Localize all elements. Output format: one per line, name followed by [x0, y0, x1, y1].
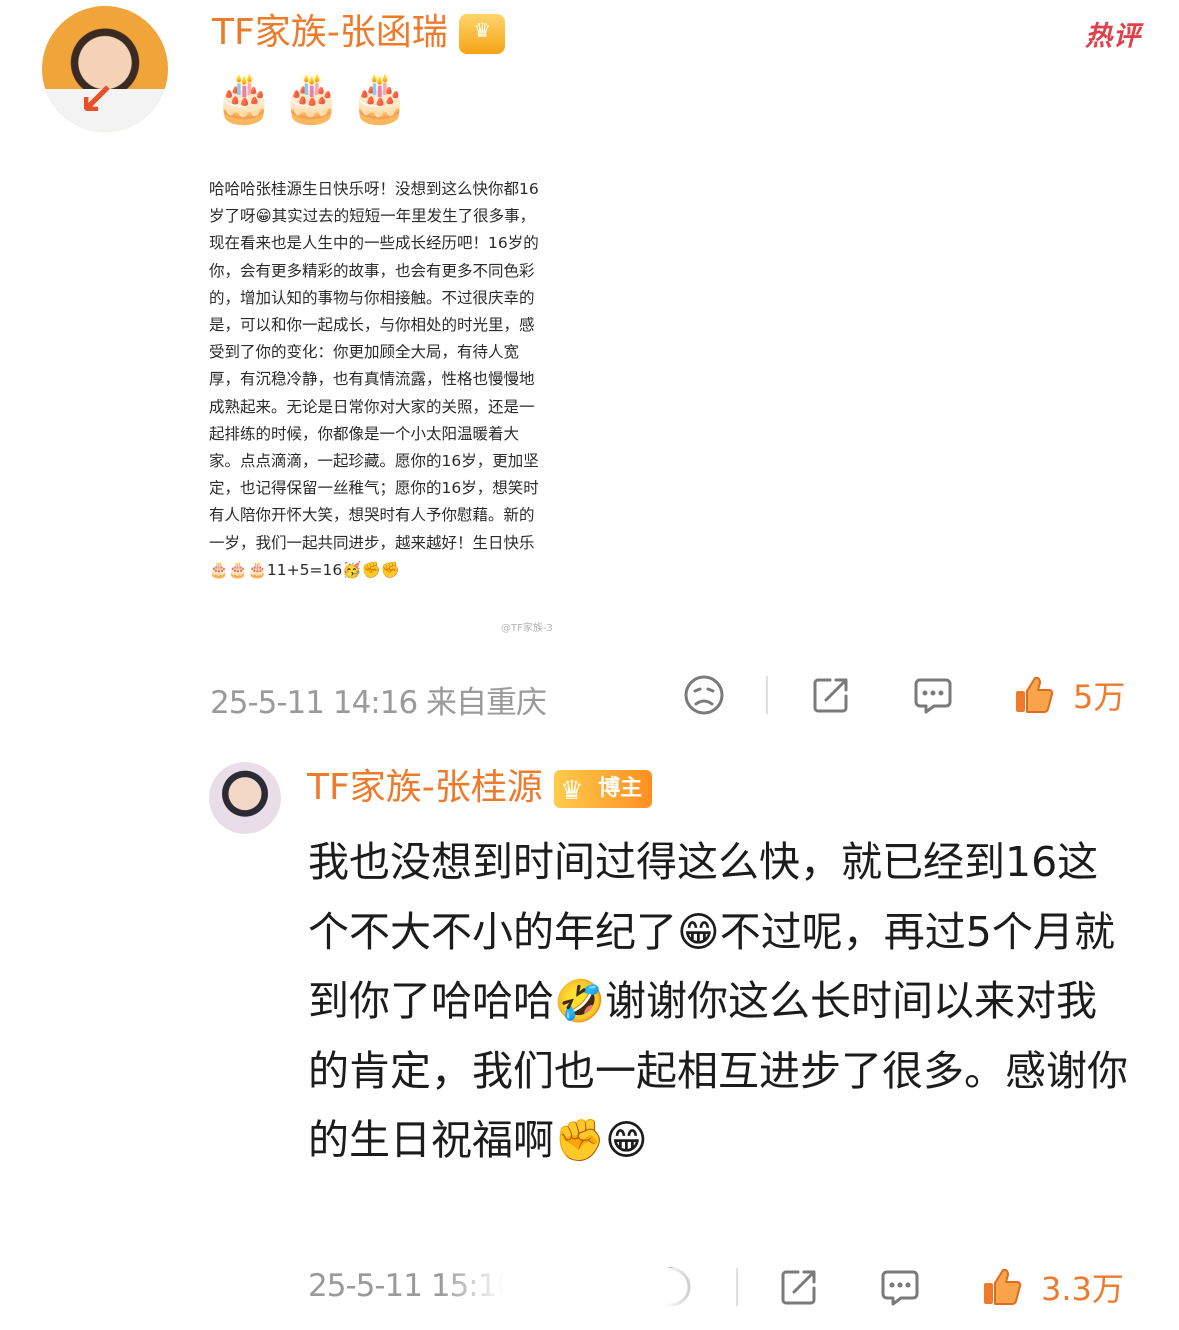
bottom-fade-overlay	[440, 1268, 730, 1320]
dislike-face-icon	[684, 675, 724, 715]
comment-meta: 25-5-11 14:16 来自重庆	[210, 677, 547, 722]
comment-timestamp: 25-5-11 14:16	[210, 685, 418, 721]
reply-share-button[interactable]	[778, 1266, 820, 1311]
username[interactable]: TF家族-张函瑞 ♛	[212, 12, 506, 54]
divider	[766, 676, 768, 714]
comment-location: 来自重庆	[426, 685, 547, 721]
comment-image-letter[interactable]: 哈哈哈张桂源生日快乐呀！没想到这么快你都16 岁了呀😁其实过去的短短一年里发生了…	[209, 176, 585, 584]
dislike-button[interactable]	[683, 674, 725, 719]
avatar[interactable]: ↙	[42, 6, 168, 132]
blogger-badge: ♛ 博主	[554, 770, 653, 808]
reply-comment-button[interactable]	[879, 1266, 921, 1311]
divider	[736, 1268, 738, 1306]
like-count: 5万	[1073, 678, 1126, 716]
reply-like-button[interactable]: 3.3万	[981, 1264, 1124, 1310]
comment-button[interactable]	[912, 674, 954, 719]
blogger-badge-label: 博主	[598, 776, 643, 801]
reply-avatar[interactable]	[209, 762, 281, 834]
reply-username[interactable]: TF家族-张桂源 ♛ 博主	[307, 767, 653, 808]
avatar-arrow-icon: ↙	[78, 74, 115, 125]
reply-username-text: TF家族-张桂源	[307, 767, 543, 808]
comment-emoji-line: 🎂🎂🎂	[214, 70, 418, 126]
crown-badge-icon: ♛	[459, 14, 506, 54]
username-text: TF家族-张函瑞	[212, 12, 448, 53]
thumbs-up-icon	[1016, 676, 1054, 713]
comment-icon	[881, 1270, 919, 1306]
hot-comment-badge: 热评	[1085, 21, 1141, 52]
reply-text: 我也没想到时间过得这么快，就已经到16这个不大不小的年纪了😁不过呢，再过5个月就…	[308, 838, 1128, 1164]
like-button[interactable]: 5万	[1013, 672, 1125, 718]
share-button[interactable]	[810, 674, 852, 719]
share-icon	[781, 1270, 816, 1305]
crown-icon: ♛	[560, 776, 584, 806]
thumbs-up-icon	[984, 1268, 1022, 1305]
comment-icon	[914, 678, 952, 714]
image-watermark: @TF家族-3	[501, 623, 553, 634]
reply-like-count: 3.3万	[1041, 1270, 1124, 1308]
share-icon	[813, 678, 848, 713]
